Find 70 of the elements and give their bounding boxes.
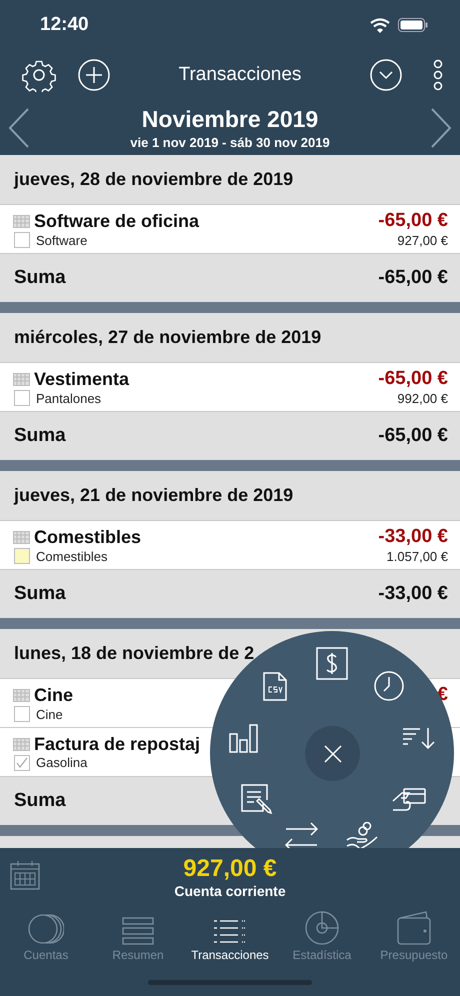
- transaction-amount: -65,00 €: [378, 210, 448, 232]
- transaction-amount: -33,00 €: [378, 526, 448, 548]
- transaction-row[interactable]: Software de oficina -65,00 € Software 927,00 €: [0, 205, 460, 254]
- next-button[interactable]: [430, 108, 452, 148]
- coins-icon: [28, 913, 64, 945]
- lines-icon: [214, 919, 246, 945]
- running-balance: 927,00 €: [397, 232, 448, 248]
- transaction-amount: -65,00 €: [378, 368, 448, 390]
- tab[interactable]: Transacciones: [184, 905, 276, 968]
- grid-icon: [13, 530, 30, 544]
- account-balance: 927,00 €: [183, 854, 277, 882]
- sum-label: Suma: [14, 425, 66, 447]
- dollar-icon[interactable]: [316, 647, 348, 680]
- running-balance: 1.057,00 €: [386, 548, 448, 564]
- sum-value: -33,00 €: [378, 583, 448, 605]
- screen-title: Transacciones: [178, 64, 302, 86]
- transaction-category: Software: [36, 232, 88, 248]
- grid-icon: [13, 214, 30, 228]
- transaction-row[interactable]: Comestibles -33,00 € Comestibles 1.057,00 €: [0, 521, 460, 570]
- transaction-title: Factura de repostaj: [34, 734, 200, 754]
- transaction-category: Comestibles: [36, 548, 108, 564]
- account-name: Cuenta corriente: [174, 882, 286, 898]
- grid-icon: [13, 688, 30, 702]
- grid-icon: [13, 738, 30, 750]
- sum-label: Suma: [14, 267, 66, 289]
- transaction-title: Comestibles: [34, 526, 142, 548]
- checkbox[interactable]: [14, 232, 30, 248]
- clock-icon[interactable]: [374, 671, 404, 701]
- sum-label: Suma: [14, 583, 66, 605]
- sort-descending-icon[interactable]: [402, 727, 436, 749]
- transaction-category: Gasolina: [36, 755, 88, 770]
- wifi-icon: [370, 18, 390, 32]
- close-icon: [322, 744, 342, 764]
- grid-icon: [13, 372, 30, 386]
- bar-chart-icon[interactable]: [229, 724, 259, 753]
- transaction-title: Software de oficina: [34, 210, 200, 232]
- transaction-title: Vestimenta: [34, 368, 130, 390]
- period-range: vie 1 nov 2019 - sáb 30 nov 2019: [130, 134, 330, 150]
- add-button[interactable]: [78, 59, 110, 91]
- period-title: Noviembre 2019: [142, 106, 318, 132]
- sum-label: Suma: [14, 790, 66, 812]
- status-time: 12:40: [40, 14, 89, 36]
- transaction-row[interactable]: Vestimenta -65,00 € Pantalones 992,00 €: [0, 363, 460, 412]
- more-button[interactable]: [432, 59, 444, 91]
- day-header: jueves, 21 de noviembre de 2019: [14, 485, 294, 506]
- transaction-category: Pantalones: [36, 390, 102, 406]
- sum-value: -65,00 €: [378, 425, 448, 447]
- pie-chart-icon: [305, 911, 339, 945]
- transaction-title: Cine: [34, 684, 74, 706]
- list-icon: [122, 917, 154, 945]
- day-header: lunes, 18 de noviembre de 2: [14, 643, 254, 664]
- settings-button[interactable]: [22, 58, 56, 92]
- csv-file-icon[interactable]: [263, 672, 287, 701]
- previous-button[interactable]: [8, 108, 30, 148]
- coins-in-hand-icon[interactable]: [346, 822, 378, 848]
- transfer-arrows-icon[interactable]: [285, 820, 318, 848]
- card-in-hand-icon[interactable]: [392, 788, 426, 813]
- checkbox[interactable]: [14, 706, 30, 722]
- transaction-category: Cine: [36, 706, 63, 722]
- running-balance: 992,00 €: [397, 390, 448, 406]
- day-header: jueves, 28 de noviembre de 2019: [14, 169, 294, 190]
- sum-value: -65,00 €: [378, 267, 448, 289]
- checkbox[interactable]: [14, 548, 30, 564]
- edit-note-icon[interactable]: [241, 784, 273, 815]
- checkbox[interactable]: [14, 390, 30, 406]
- checkbox[interactable]: [14, 754, 30, 770]
- day-header: miércoles, 27 de noviembre de 2019: [14, 327, 322, 348]
- battery-icon: [398, 18, 428, 32]
- dropdown-button[interactable]: [370, 59, 402, 91]
- wallet-icon: [397, 911, 431, 945]
